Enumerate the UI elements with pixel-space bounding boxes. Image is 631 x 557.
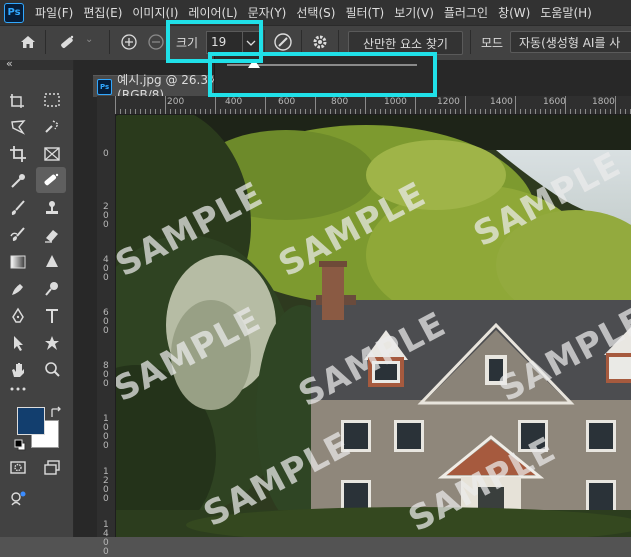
subtract-from-mask-icon[interactable] [145, 32, 167, 52]
collapse-panel-icon[interactable]: « [6, 57, 13, 70]
menu-type[interactable]: 문자(Y) [248, 4, 287, 21]
type-tool-icon[interactable] [40, 305, 64, 327]
document-type-icon: Ps [97, 78, 113, 95]
slider-highlight-box [208, 52, 437, 97]
custom-shape-tool-icon[interactable] [40, 332, 64, 354]
ruler-label-400: 400 [225, 97, 243, 107]
mode-label: 모드 [481, 36, 504, 50]
crop-tool-icon[interactable] [6, 143, 30, 165]
mode-select[interactable]: 자동(생성형 AI를 사 [510, 31, 631, 53]
brush-tool-icon[interactable] [6, 197, 30, 219]
screen-mode-icon[interactable] [40, 456, 64, 478]
blur-tool-icon[interactable] [40, 251, 64, 273]
menu-select[interactable]: 선택(S) [296, 4, 335, 21]
menu-layer[interactable]: 레이어(L) [188, 4, 237, 21]
more-tools-icon[interactable] [6, 378, 30, 400]
marquee-tool-icon[interactable] [40, 89, 64, 111]
ruler-origin[interactable] [97, 96, 115, 114]
ruler-label-1600: 1600 [543, 97, 566, 107]
eyedropper-tool-icon[interactable] [6, 170, 30, 192]
pressure-size-icon[interactable] [272, 32, 294, 52]
history-brush-tool-icon[interactable] [6, 224, 30, 246]
add-to-mask-icon[interactable] [118, 32, 140, 52]
gradient-tool-icon[interactable] [6, 251, 30, 273]
vruler-label-200: 200 [103, 202, 109, 230]
move-tool-icon[interactable] [6, 89, 30, 111]
ruler-label-600: 600 [278, 97, 296, 107]
swap-colors-icon[interactable] [49, 405, 63, 419]
find-distractions-label: 산만한 요소 찾기 [363, 36, 448, 51]
photoshop-logo: Ps [4, 2, 24, 23]
path-selection-tool-icon[interactable] [6, 332, 30, 354]
vruler-label-1000: 1000 [103, 414, 109, 451]
ruler-label-200: 200 [167, 97, 185, 107]
frame-tool-icon[interactable] [40, 143, 64, 165]
ruler-label-1200: 1200 [437, 97, 460, 107]
remove-tool-icon[interactable] [36, 167, 66, 193]
menu-filter[interactable]: 필터(T) [345, 4, 384, 21]
ruler-label-1400: 1400 [490, 97, 513, 107]
zoom-lens-tool-icon[interactable] [40, 278, 64, 300]
menu-bar: Ps 파일(F) 편집(E) 이미지(I) 레이어(L) 문자(Y) 선택(S)… [0, 0, 631, 25]
remove-tool-preset-icon[interactable] [56, 32, 78, 52]
vruler-label-0: 0 [103, 149, 109, 159]
menu-window[interactable]: 창(W) [498, 4, 530, 21]
menu-file[interactable]: 파일(F) [35, 4, 73, 21]
ruler-label-1800: 1800 [592, 97, 615, 107]
vruler-label-800: 800 [103, 361, 109, 389]
foreground-color-swatch[interactable] [17, 407, 45, 435]
object-selection-tool-icon[interactable] [40, 116, 64, 138]
mode-value: 자동(생성형 AI를 사 [519, 35, 621, 50]
zoom-tool-icon[interactable] [40, 359, 64, 381]
menu-edit[interactable]: 편집(E) [83, 4, 122, 21]
preset-chevron-icon[interactable]: ⌄ [85, 34, 93, 45]
gear-icon[interactable] [309, 32, 331, 52]
horizontal-ruler[interactable]: 200 400 600 800 1000 1200 1400 1600 1800 [115, 96, 631, 115]
dodge-tool-icon[interactable] [6, 278, 30, 300]
home-icon[interactable] [17, 32, 39, 52]
share-icon[interactable] [6, 487, 30, 509]
menu-help[interactable]: 도움말(H) [540, 4, 592, 21]
stamp-tool-icon[interactable] [40, 197, 64, 219]
vruler-label-400: 400 [103, 255, 109, 283]
vertical-ruler[interactable]: 0 200 400 600 800 1000 1200 1400 [97, 114, 116, 557]
pen-tool-icon[interactable] [6, 305, 30, 327]
ruler-label-800: 800 [331, 97, 349, 107]
vruler-label-600: 600 [103, 308, 109, 336]
menu-image[interactable]: 이미지(I) [132, 4, 178, 21]
quick-mask-icon[interactable] [6, 456, 30, 478]
lasso-tool-icon[interactable] [6, 116, 30, 138]
eraser-tool-icon[interactable] [40, 224, 64, 246]
menu-view[interactable]: 보기(V) [394, 4, 434, 21]
default-colors-icon[interactable] [14, 436, 26, 451]
vruler-label-1200: 1200 [103, 467, 109, 504]
menu-plugins[interactable]: 플러그인 [444, 4, 488, 21]
document-canvas[interactable]: SAMPLE SAMPLE SAMPLE SAMPLE SAMPLE SAMPL… [116, 115, 631, 537]
ruler-label-1000: 1000 [384, 97, 407, 107]
vruler-label-1400: 1400 [103, 520, 109, 557]
